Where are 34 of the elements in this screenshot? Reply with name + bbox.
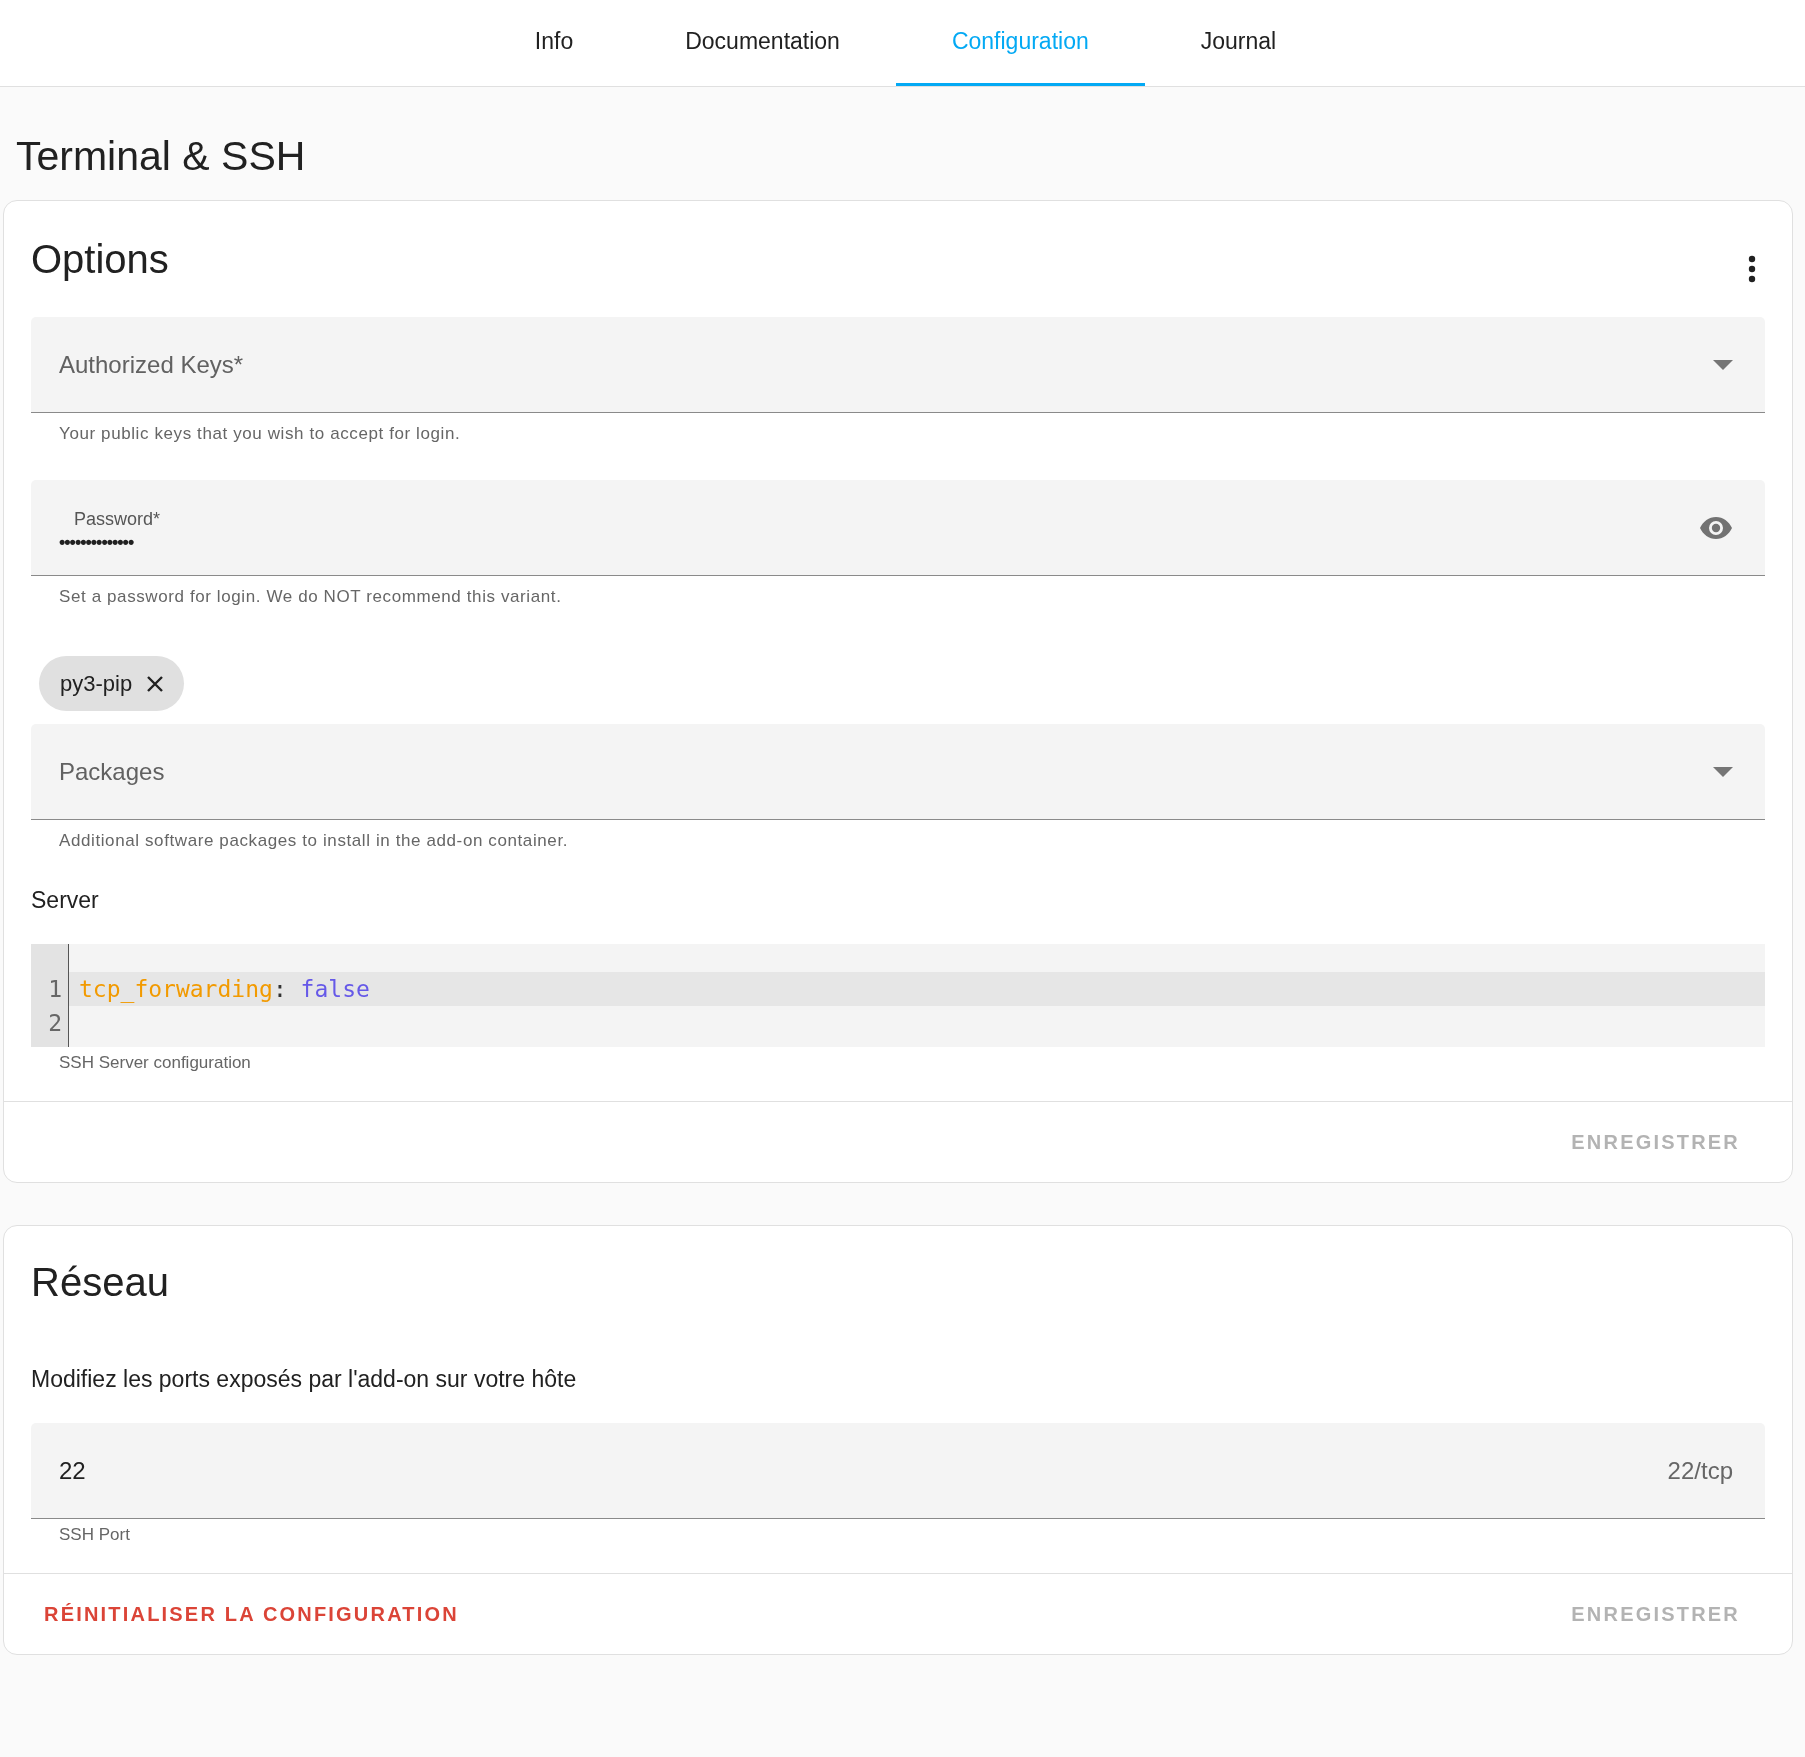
chip-label: py3-pip [60,670,133,697]
card-title: Réseau [31,1262,170,1302]
dropdown-field[interactable]: Packages [31,724,1765,820]
line-number: 1 [48,976,62,1002]
helper-text: Additional software packages to install in the add-on container. [58,830,570,852]
password-value: •••••••••••••• [59,531,135,553]
more-menu-icon[interactable] [1748,255,1756,283]
helper-text: Set a password for login. We do NOT recommend this variant. [58,586,563,608]
port-field[interactable]: 22 22/tcp [31,1423,1765,1519]
port-suffix: 22/tcp [1667,1456,1733,1485]
helper-text: Your public keys that you wish to accept for login. [58,423,462,445]
dropdown-field[interactable]: Authorized Keys* [31,317,1765,413]
tab[interactable]: Journal [1144,0,1333,86]
page-title: Terminal & SSH [15,132,307,181]
section-label: Server [31,887,100,915]
code-line: tcp_forwarding: false [79,976,370,1002]
reset-button[interactable]: RÉINITIALISER LA CONFIGURATION [34,1594,469,1634]
helper-text: SSH Port [58,1524,131,1546]
field-label: Password* [73,508,161,530]
code-editor[interactable]: 1 2 tcp_forwarding: false [31,944,1765,1047]
port-value: 22 [59,1456,86,1485]
description-text: Modifiez les ports exposés par l'add-on sur votre hôte [31,1366,578,1393]
tab[interactable]: Info [478,0,630,86]
remove-icon[interactable] [145,673,166,694]
helper-text: SSH Server configuration [58,1052,252,1074]
password-field[interactable]: Password* •••••••••••••• [31,480,1765,576]
field-label: Authorized Keys* [59,350,244,379]
line-number: 2 [48,1010,62,1036]
caret-icon [1713,766,1733,777]
card-title: Options [31,239,169,279]
field-label: Packages [59,757,165,786]
eye-icon[interactable] [1700,516,1732,539]
caret-icon [1713,359,1733,370]
tab[interactable]: Documentation [629,0,896,86]
